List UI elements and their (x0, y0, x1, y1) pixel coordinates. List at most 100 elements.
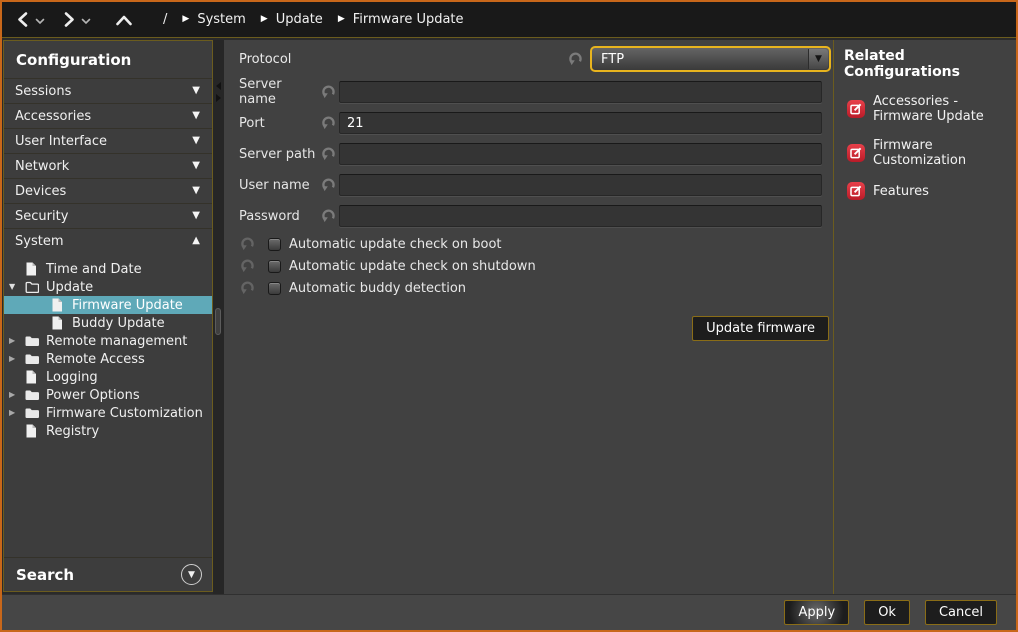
tree-expander-closed-icon[interactable]: ▶ (9, 409, 25, 417)
sidebar-section-network[interactable]: Network ▼ (4, 153, 212, 178)
auto-update-boot-row: Automatic update check on boot (239, 233, 833, 255)
configuration-window: / ▶ System ▶ Update ▶ Firmware Update Co… (0, 0, 1018, 632)
reset-to-default-icon[interactable] (320, 115, 336, 131)
auto-update-shutdown-row: Automatic update check on shutdown (239, 255, 833, 277)
folder-open-icon (25, 280, 40, 294)
reset-to-default-icon[interactable] (239, 258, 255, 274)
server-name-row: Server name (239, 81, 822, 103)
tree-item-time-and-date[interactable]: Time and Date (4, 260, 212, 278)
sidebar-section-user-interface[interactable]: User Interface ▼ (4, 128, 212, 153)
chevron-down-icon: ▼ (192, 86, 200, 96)
update-firmware-row: Update firmware (224, 316, 829, 341)
protocol-row: Protocol FTP ▼ (239, 46, 831, 72)
auto-update-boot-checkbox[interactable] (268, 238, 281, 251)
sidebar-scroll-strip (213, 40, 224, 594)
folder-icon (25, 388, 40, 402)
update-firmware-button[interactable]: Update firmware (692, 316, 829, 341)
search-expand-icon: ▼ (181, 564, 202, 585)
breadcrumb-firmware-update[interactable]: ▶ Firmware Update (338, 12, 464, 27)
related-link-features[interactable]: Features (847, 182, 1014, 200)
back-button[interactable] (15, 11, 31, 28)
configuration-sidebar: Configuration Sessions ▼ Accessories ▼ U… (3, 40, 213, 592)
breadcrumb-arrow-icon: ▶ (338, 15, 345, 24)
protocol-select[interactable]: FTP ▼ (590, 46, 831, 72)
sidebar-section-security[interactable]: Security ▼ (4, 203, 212, 228)
page-icon (51, 298, 66, 312)
page-icon (25, 370, 40, 384)
page-icon (51, 316, 66, 330)
open-link-icon (847, 100, 865, 118)
tree-item-registry[interactable]: Registry (4, 422, 212, 440)
ok-button[interactable]: Ok (864, 600, 910, 625)
reset-to-default-icon[interactable] (239, 236, 255, 252)
password-label: Password (239, 209, 320, 224)
tree-item-buddy-update[interactable]: Buddy Update (4, 314, 212, 332)
page-icon (25, 262, 40, 276)
breadcrumb-root[interactable]: / (163, 12, 167, 27)
reset-to-default-icon[interactable] (320, 177, 336, 193)
forward-history-dropdown-icon[interactable] (81, 18, 91, 25)
tree-item-update[interactable]: ▼ Update (4, 278, 212, 296)
tree-expander-closed-icon[interactable]: ▶ (9, 355, 25, 363)
open-link-icon (847, 182, 865, 200)
chevron-down-icon: ▼ (192, 186, 200, 196)
tree-expander-closed-icon[interactable]: ▶ (9, 337, 25, 345)
related-configurations-title: Related Configurations (844, 48, 1014, 80)
forward-button[interactable] (61, 11, 77, 28)
server-path-input[interactable] (339, 143, 822, 165)
reset-to-default-icon[interactable] (320, 84, 336, 100)
chevron-down-icon: ▼ (192, 211, 200, 221)
back-history-dropdown-icon[interactable] (35, 18, 45, 25)
splitter-collapse-left-icon[interactable] (216, 82, 221, 90)
tree-expander-open-icon[interactable]: ▼ (9, 283, 25, 291)
tree-item-remote-management[interactable]: ▶ Remote management (4, 332, 212, 350)
auto-update-shutdown-checkbox[interactable] (268, 260, 281, 273)
reset-to-default-icon[interactable] (320, 146, 336, 162)
splitter-expand-right-icon[interactable] (216, 94, 221, 102)
reset-to-default-icon[interactable] (567, 51, 583, 67)
related-link-firmware-customization[interactable]: Firmware Customization (847, 138, 1014, 168)
password-row: Password (239, 205, 822, 227)
firmware-update-form: Protocol FTP ▼ Server name Port Server p… (224, 40, 833, 594)
sidebar-scrollbar-thumb[interactable] (215, 308, 221, 335)
breadcrumb-arrow-icon: ▶ (182, 15, 189, 24)
related-link-accessories-firmware-update[interactable]: Accessories - Firmware Update (847, 94, 1014, 124)
navigation-bar: / ▶ System ▶ Update ▶ Firmware Update (2, 2, 1016, 38)
password-input[interactable] (339, 205, 822, 227)
sidebar-title: Configuration (4, 41, 212, 78)
sidebar-section-sessions[interactable]: Sessions ▼ (4, 78, 212, 103)
server-path-label: Server path (239, 147, 320, 162)
sidebar-section-devices[interactable]: Devices ▼ (4, 178, 212, 203)
reset-to-default-icon[interactable] (320, 208, 336, 224)
folder-icon (25, 334, 40, 348)
system-tree: Time and Date ▼ Update Firmware Update B… (4, 253, 212, 440)
server-name-input[interactable] (339, 81, 822, 103)
up-level-button[interactable] (115, 14, 133, 26)
sidebar-section-accessories[interactable]: Accessories ▼ (4, 103, 212, 128)
breadcrumb-arrow-icon: ▶ (261, 15, 268, 24)
cancel-button[interactable]: Cancel (925, 600, 997, 625)
search-section-header[interactable]: Search ▼ (4, 557, 212, 591)
auto-buddy-detection-checkbox[interactable] (268, 282, 281, 295)
protocol-label: Protocol (239, 52, 567, 67)
user-name-row: User name (239, 174, 822, 196)
related-configurations-panel: Related Configurations Accessories - Fir… (833, 40, 1018, 594)
tree-item-firmware-customization[interactable]: ▶ Firmware Customization (4, 404, 212, 422)
port-row: Port (239, 112, 822, 134)
tree-item-power-options[interactable]: ▶ Power Options (4, 386, 212, 404)
port-label: Port (239, 116, 320, 131)
tree-item-logging[interactable]: Logging (4, 368, 212, 386)
tree-item-remote-access[interactable]: ▶ Remote Access (4, 350, 212, 368)
user-name-input[interactable] (339, 174, 822, 196)
folder-icon (25, 406, 40, 420)
breadcrumb-update[interactable]: ▶ Update (261, 12, 323, 27)
reset-to-default-icon[interactable] (239, 280, 255, 296)
auto-buddy-detection-row: Automatic buddy detection (239, 277, 833, 299)
apply-button[interactable]: Apply (784, 600, 849, 625)
breadcrumb-system[interactable]: ▶ System (182, 12, 245, 27)
tree-expander-closed-icon[interactable]: ▶ (9, 391, 25, 399)
sidebar-section-system[interactable]: System ▲ (4, 228, 212, 253)
open-link-icon (847, 144, 865, 162)
port-input[interactable] (339, 112, 822, 134)
tree-item-firmware-update[interactable]: Firmware Update (4, 296, 212, 314)
